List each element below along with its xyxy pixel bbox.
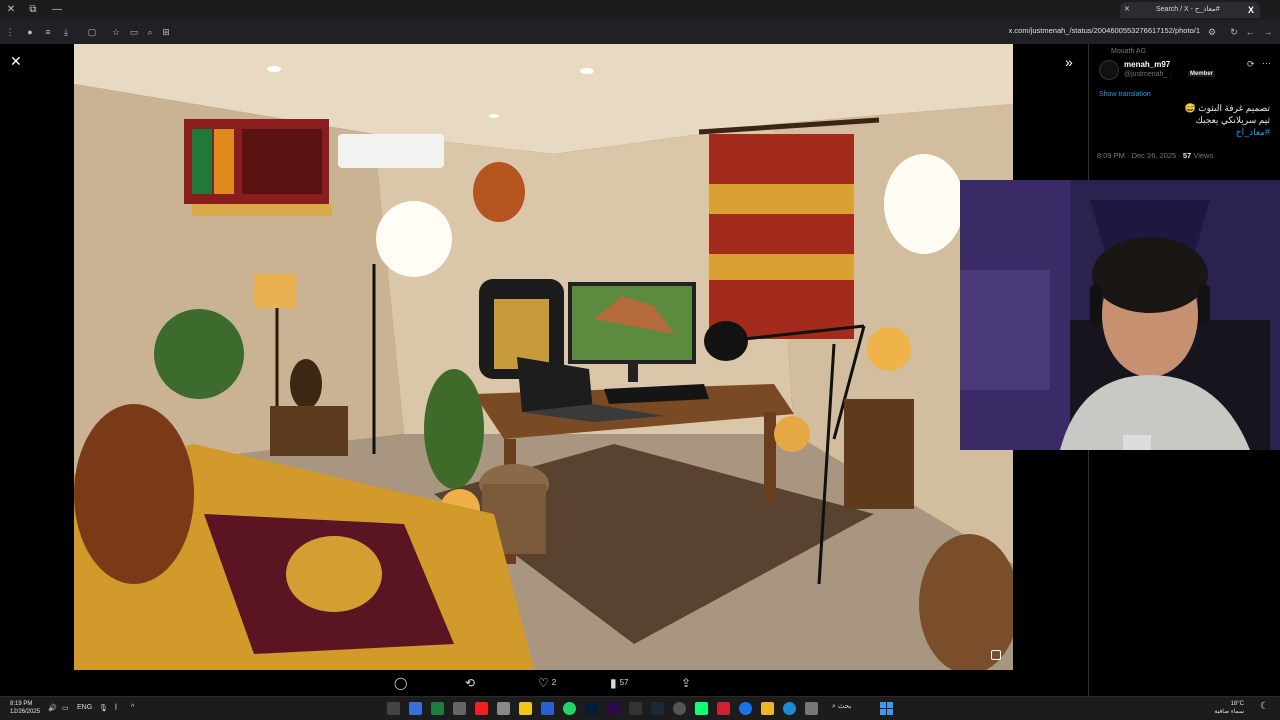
tab-bar: ✕ ⧉ — + ✕ Search / X - معاذ_ح# X (0, 0, 1280, 20)
language-indicator[interactable]: ENG (77, 704, 92, 711)
site-settings-icon[interactable]: ⚙ (1206, 26, 1218, 38)
tweet-text: تصميم غرفة البثوث 😅 ثيم سريلانكي يعجبك #… (1100, 102, 1270, 138)
share-button[interactable]: ⇪ (681, 676, 691, 690)
tweet-views-label: Views (1193, 151, 1214, 160)
edge-icon[interactable] (783, 702, 796, 715)
clock-time: 8:19 PM (10, 701, 33, 707)
repost-icon: ⟲ (465, 676, 476, 690)
webcam-illustration (960, 180, 1280, 450)
reload-icon[interactable]: ↻ (1228, 26, 1240, 38)
tab-title: Search / X - معاذ_ح# (1156, 6, 1220, 13)
user-handle[interactable]: @justmenah_ · (1124, 71, 1172, 78)
download-icon[interactable]: ⤓ (60, 26, 72, 38)
alt-text-icon[interactable] (991, 650, 1001, 660)
repost-button[interactable]: ⟲ (465, 676, 475, 690)
like-button[interactable]: ♡ 2 (538, 676, 556, 690)
back-icon[interactable]: ← (1244, 26, 1256, 38)
expand-panel-icon[interactable]: » (1065, 54, 1073, 70)
app-icon-8[interactable] (805, 702, 818, 715)
app-icon[interactable] (453, 702, 466, 715)
photoshop-icon[interactable] (585, 702, 598, 715)
avatar[interactable] (1099, 60, 1119, 80)
taskbar-search-label: بحث (837, 703, 852, 710)
views-icon: ▮ (610, 676, 617, 690)
taskbar-search[interactable]: ⌕ بحث (832, 702, 851, 711)
youtube-icon[interactable] (475, 702, 488, 715)
network-icon[interactable]: ▭ (62, 704, 69, 712)
webcam-overlay (960, 180, 1280, 450)
tab-close-icon[interactable]: ✕ (1124, 2, 1130, 18)
weather-moon-icon: ☾ (1260, 701, 1269, 712)
volume-icon[interactable]: 🔊 (48, 704, 57, 712)
teams-icon[interactable] (409, 702, 422, 715)
room-illustration (74, 44, 1013, 670)
taskbar: 8:19 PM 12/26/2025 🔊 ▭ ENG 🎙 ᛒ ^ ⌕ بحث 1… (0, 696, 1280, 720)
reader-icon[interactable]: ▭ (128, 26, 140, 38)
member-badge: Member (1188, 71, 1216, 77)
app-icon-4[interactable] (629, 702, 642, 715)
clock-date: 12/26/2025 (10, 709, 41, 715)
app-icon-5[interactable] (673, 702, 686, 715)
chrome-icon[interactable] (739, 702, 752, 715)
more-options-icon[interactable]: ⋯ (1262, 58, 1271, 69)
action-bar: ◯ ⟲ ♡ 2 ▮ 57 ⇪ (0, 670, 1088, 696)
app-icon-3[interactable] (541, 702, 554, 715)
app-icon-2[interactable] (497, 702, 510, 715)
collections-icon[interactable]: ≡ (42, 26, 54, 38)
bluetooth-icon[interactable]: ᛒ (114, 704, 118, 711)
tabs-icon[interactable]: ▢ (86, 26, 98, 38)
mic-icon[interactable]: 🎙 (99, 704, 108, 712)
menu-icon[interactable]: ⋮ (4, 26, 16, 38)
user-name[interactable]: menah_m97 (1124, 60, 1170, 69)
app-icon-7[interactable] (717, 702, 730, 715)
tweet-meta: 8:09 PM · Dec 26, 2025 · 57 Views (1097, 151, 1213, 160)
close-viewer-icon[interactable]: ✕ (10, 54, 24, 68)
browser-chrome: ✕ ⧉ — + ✕ Search / X - معاذ_ح# X ⋮ ● ≡ ⤓… (0, 0, 1280, 44)
url-field[interactable]: x.com/justmenah_/status/2004600553276617… (1009, 26, 1200, 35)
views-button[interactable]: ▮ 57 (610, 676, 629, 690)
weather-widget[interactable]: 18°C سماء صافية (1214, 700, 1244, 716)
steam-icon[interactable] (651, 702, 664, 715)
favorite-icon[interactable]: ☆ (110, 26, 122, 38)
tray-expand-icon[interactable]: ^ (131, 704, 134, 711)
clock[interactable]: 8:19 PM 12/26/2025 (10, 700, 40, 716)
windows-start-icon[interactable] (880, 702, 893, 715)
file-explorer-icon[interactable] (761, 702, 774, 715)
x-logo-icon: X (1247, 5, 1254, 15)
forward-icon[interactable]: → (1262, 26, 1274, 38)
premiere-icon[interactable] (607, 702, 620, 715)
reposted-by[interactable]: Mouath AG (1111, 48, 1146, 55)
share-icon: ⇪ (681, 676, 692, 690)
tab-active[interactable]: ✕ Search / X - معاذ_ح# X (1120, 2, 1260, 18)
zoom-icon[interactable]: ⌕ (144, 26, 156, 38)
like-count: 2 (551, 678, 557, 687)
weather-temp: 18°C (1230, 701, 1244, 707)
heart-icon: ♡ (538, 676, 549, 690)
tweet-time[interactable]: 8:09 PM · Dec 26, 2025 · (1097, 151, 1181, 160)
tweet-line-2: ثيم سريلانكي يعجبك (1195, 115, 1270, 125)
obs-icon[interactable] (387, 702, 400, 715)
minimize-window-icon[interactable]: — (50, 3, 64, 17)
photo-viewer: ✕ » ◯ ⟲ ♡ 2 ▮ 57 ⇪ (0, 44, 1088, 696)
app-icon-6[interactable] (695, 702, 708, 715)
views-count: 57 (619, 678, 629, 687)
profile-icon[interactable]: ● (24, 26, 36, 38)
reply-icon: ◯ (394, 676, 408, 690)
grok-icon[interactable]: ⟳ (1247, 59, 1255, 70)
tweet-line-1: تصميم غرفة البثوث 😅 (1184, 103, 1270, 113)
reply-button[interactable]: ◯ (394, 676, 407, 690)
whatsapp-icon[interactable] (563, 702, 576, 715)
xbox-icon[interactable] (431, 702, 444, 715)
weather-desc: سماء صافية (1214, 709, 1244, 715)
close-window-icon[interactable]: ✕ (4, 3, 18, 17)
extensions-icon[interactable]: ⊞ (160, 26, 172, 38)
address-bar: ⋮ ● ≡ ⤓ ▢ ☆ ▭ ⌕ ⊞ x.com/justmenah_/statu… (0, 20, 1280, 44)
tweet-views-count: 57 (1182, 151, 1192, 160)
show-translation-link[interactable]: Show translation (1099, 91, 1151, 98)
sticky-notes-icon[interactable] (519, 702, 532, 715)
room-photo[interactable] (74, 44, 1013, 670)
hashtag-link[interactable]: #معاذ_اح (1100, 126, 1270, 138)
restore-window-icon[interactable]: ⧉ (26, 3, 40, 17)
